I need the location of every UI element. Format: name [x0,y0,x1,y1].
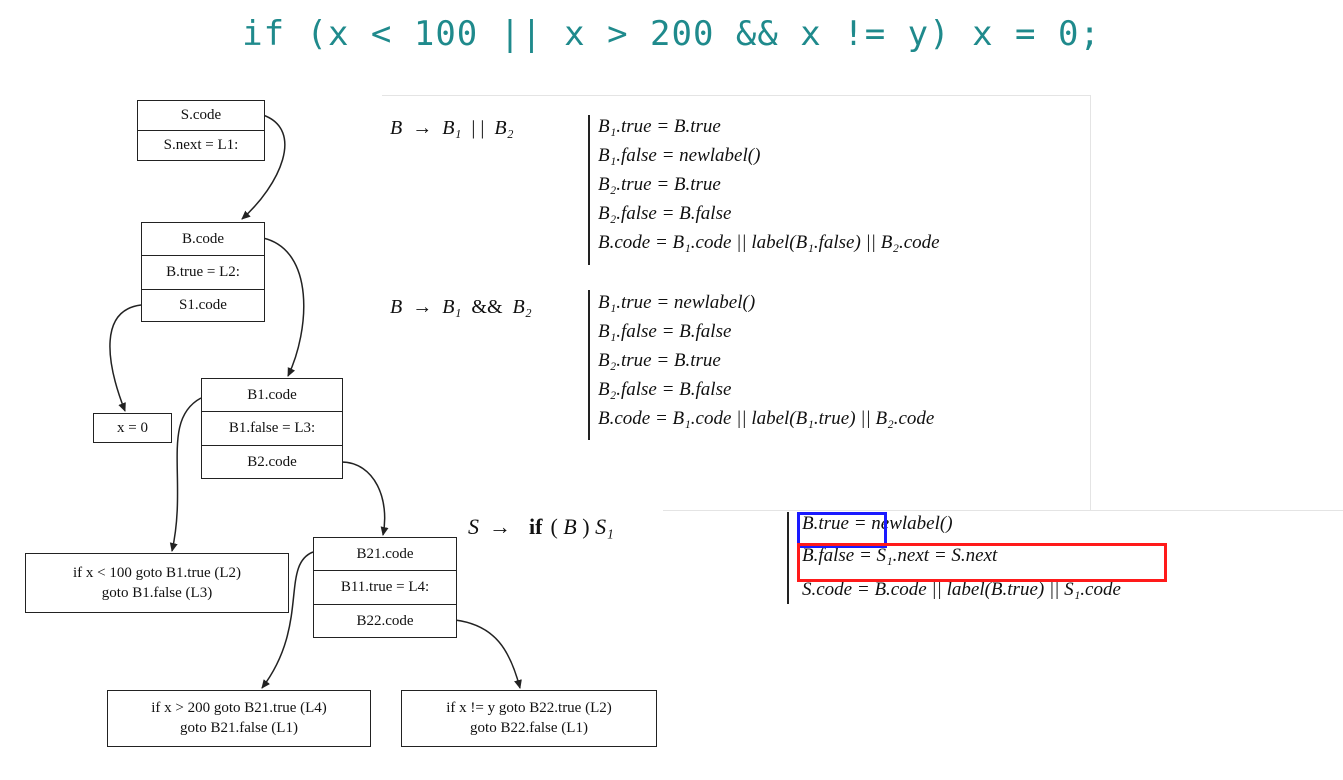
rule-or-action-5: B.code = B₁.code || label(B₁.false) || B… [598,232,940,253]
rule-if-rparen: ) [582,514,590,539]
highlight-b-false-chain [797,543,1167,582]
rule-and-action-4: B₂.false = B.false [598,379,732,400]
rule-or-head: B → B₁ | | B₂ [390,117,514,140]
node-s-code: S.code [138,101,264,131]
node-b1-code: B1.code [202,379,342,412]
rule-if-s1: S₁ [595,514,614,539]
rule-and-op: && [471,296,503,318]
rule-and-action-5: B.code = B₁.code || label(B₁.true) || B₂… [598,408,935,429]
rule-or-rhs2: B₂ [494,117,514,139]
rule-or-action-2: B₁.false = newlabel() [598,145,761,166]
node-n2-line1: if x > 200 goto B21.true (L4) [151,700,327,716]
node-b: B.code B.true = L2: S1.code [141,222,265,322]
node-b-code: B.code [142,223,264,256]
rule-or-lhs: B [390,117,403,139]
node-b-true: B.true = L2: [142,256,264,290]
rule-if-b: B [563,514,577,539]
rule-and-action-1: B₁.true = newlabel() [598,292,756,313]
rule-and-rhs1: B₁ [442,296,462,318]
rule-and-arrow: → [412,296,433,318]
rule-if-keyword: if [529,514,543,539]
node-s: S.code S.next = L1: [137,100,265,161]
edge-b-to-b1 [262,237,305,377]
rule-and-action-3: B₂.true = B.true [598,350,721,371]
node-b-s1code: S1.code [179,297,227,313]
rule-if-action-3: S.code = B.code || label(B.true) || S₁.c… [802,579,1121,600]
node-n2-line2: goto B21.false (L1) [180,720,298,736]
rule-or-bar [588,115,590,265]
rule-or-action-1: B₁.true = B.true [598,116,721,137]
node-n1-line2: goto B1.false (L3) [101,585,213,601]
node-b1-false: B1.false = L3: [202,412,342,446]
rule-and-lhs: B [390,296,403,318]
node-n1-line1: if x < 100 goto B1.true (L2) [72,565,242,581]
rule-and-rhs2: B₂ [512,296,532,318]
node-n1: if x < 100 goto B1.true (L2) goto B1.fal… [25,553,289,613]
node-b2-b21code: B21.code [314,538,456,571]
node-x0: x = 0 [93,413,172,443]
rule-or-action-4: B₂.false = B.false [598,203,732,224]
rule-if-lparen: ( [550,514,558,539]
rule-or-action-3: B₂.true = B.true [598,174,721,195]
rule-and-head: B → B₁ && B₂ [390,296,532,319]
node-n3: if x != y goto B22.true (L2) goto B22.fa… [401,690,657,747]
rule-if-lhs: S [468,514,479,539]
node-n3-line1: if x != y goto B22.true (L2) [446,700,612,716]
rule-or-arrow: → [412,117,433,139]
rule-if-bar [787,512,789,604]
rule-and-bar [588,290,590,440]
node-n3-line2: goto B22.false (L1) [470,720,588,736]
node-x0-label: x = 0 [117,420,148,436]
node-b2: B21.code B11.true = L4: B22.code [313,537,457,638]
rule-if-arrow: → [489,514,511,539]
rule-or-rhs1: B₁ [442,117,462,139]
node-b1-b2code: B2.code [247,454,297,470]
node-s-next: S.next = L1: [163,137,239,153]
edge-b1-to-b2 [340,461,389,536]
rule-and-action-2: B₁.false = B.false [598,321,732,342]
rule-or-op: | | [471,117,485,139]
edge-b2-to-n3 [454,619,522,689]
node-b2-b11true: B11.true = L4: [314,571,456,605]
node-b2-b22code: B22.code [356,613,414,629]
edge-b-to-x0 [109,304,142,412]
node-n2: if x > 200 goto B21.true (L4) goto B21.f… [107,690,371,747]
panel-if-tail [663,439,1091,511]
rule-if-head: S → if ( B ) S₁ [468,514,614,540]
edge-b1-to-n1 [169,397,202,552]
node-b1: B1.code B1.false = L3: B2.code [201,378,343,479]
